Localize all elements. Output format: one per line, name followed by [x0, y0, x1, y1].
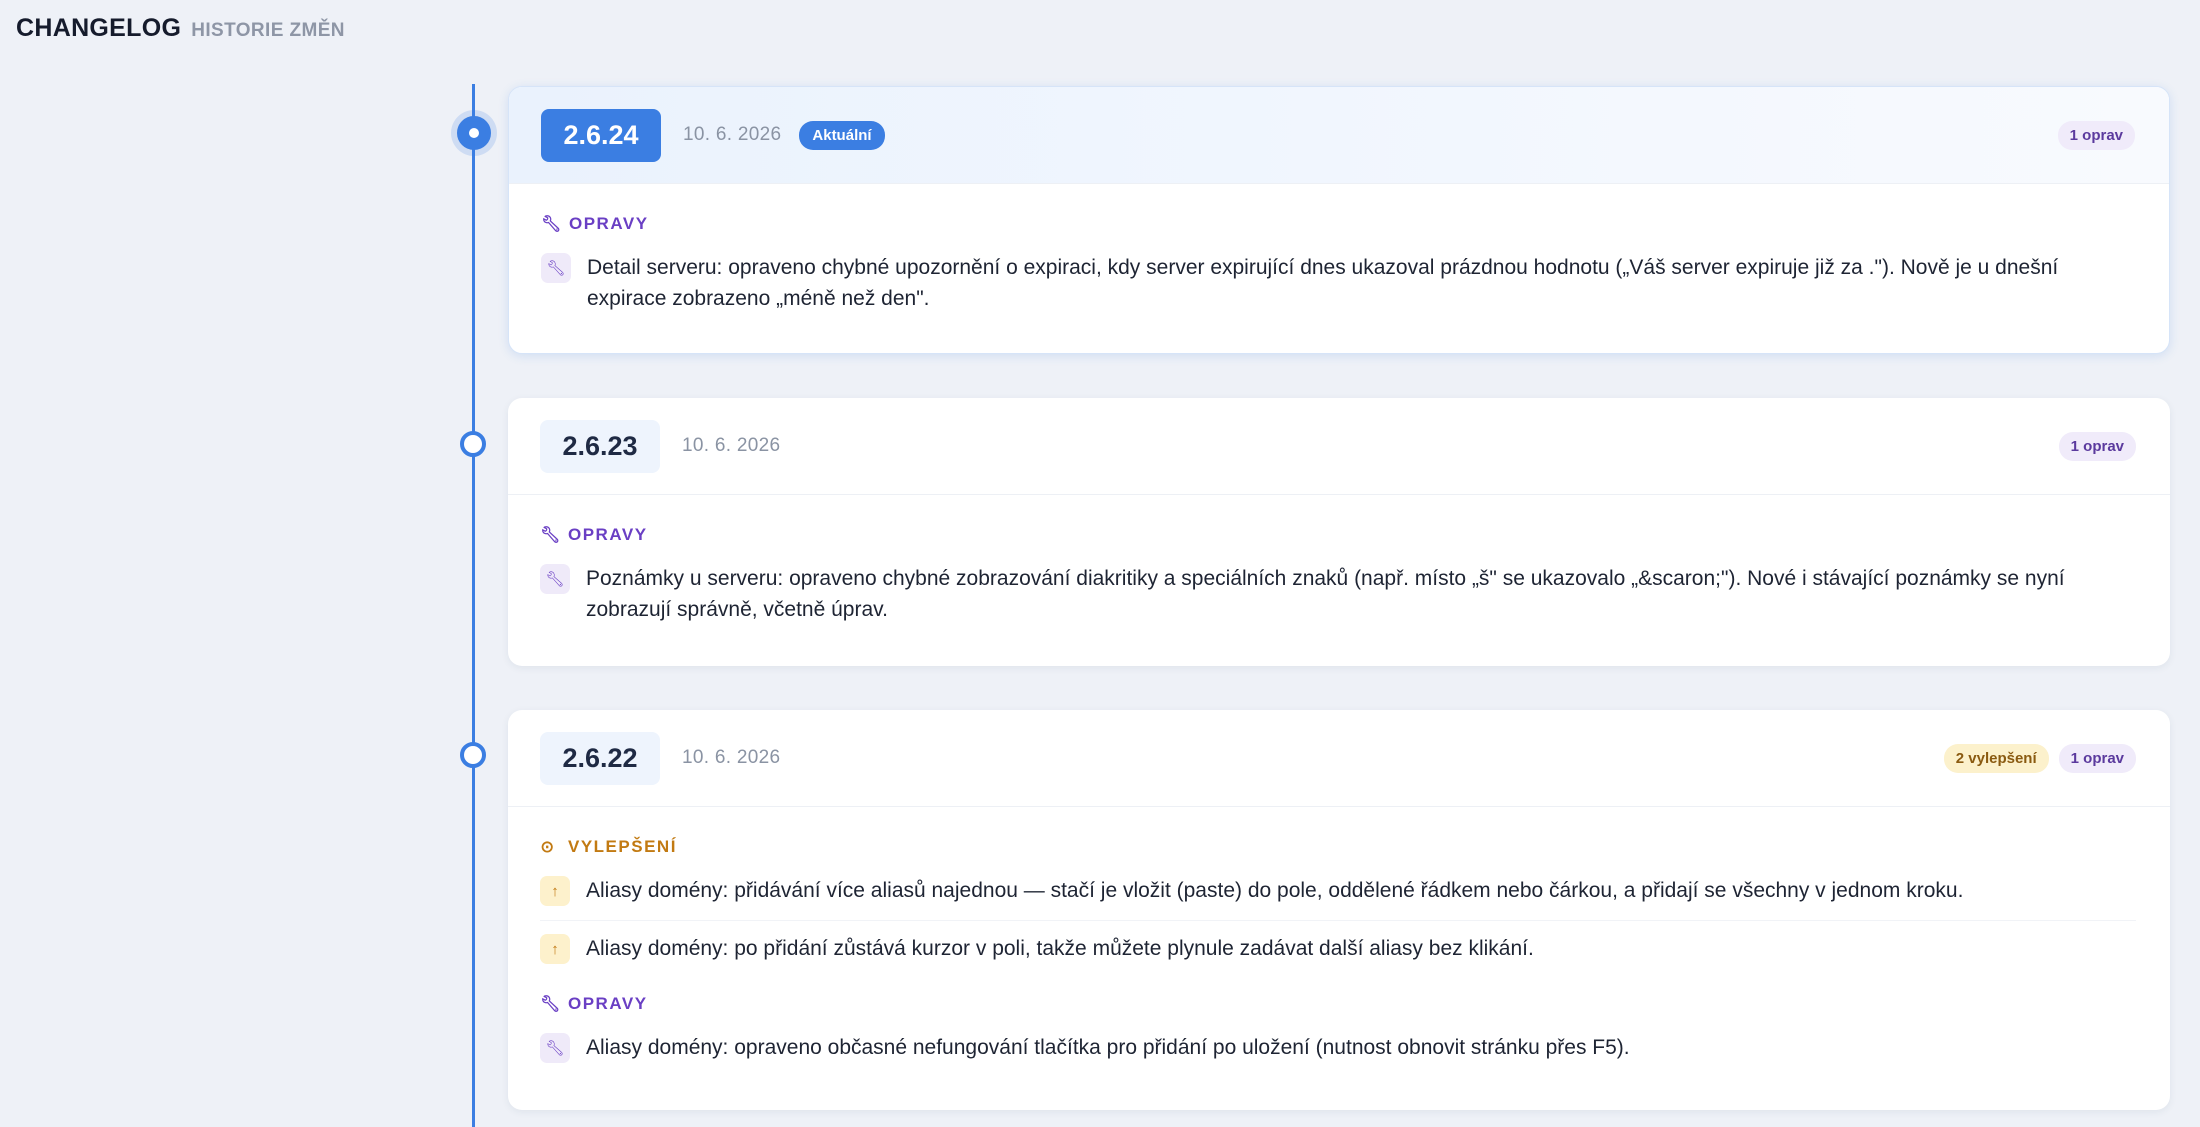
version-badge[interactable]: 2.6.22 [540, 731, 660, 785]
release-card-current: 2.6.24 10. 6. 2026 Aktuální 1 oprav 🔧︎ O… [508, 86, 2170, 354]
fix-count-badge: 1 oprav [2058, 743, 2136, 773]
list-item: ↑ Aliasy domény: přidávání více aliasů n… [540, 875, 2136, 921]
timeline-dot [460, 431, 486, 457]
fixes-section-label: OPRAVY [568, 525, 648, 544]
page-title: CHANGELOG [16, 14, 182, 42]
release-body: 🔧︎ OPRAVY 🔧︎ Detail serveru: opraveno ch… [509, 184, 2169, 350]
timeline-dot [460, 742, 486, 768]
list-item: 🔧︎ Detail serveru: opraveno chybné upozo… [541, 252, 2135, 314]
fixes-section-label: OPRAVY [568, 994, 648, 1013]
release-date: 10. 6. 2026 [682, 435, 781, 456]
page-header: CHANGELOG HISTORIE ZMĚN [16, 14, 345, 43]
improvements-section-title: ⊙ VYLEPŠENÍ [540, 837, 2136, 857]
list-item: ↑ Aliasy domény: po přidání zůstává kurz… [540, 933, 2136, 964]
list-item: 🔧︎ Poznámky u serveru: opraveno chybné z… [540, 563, 2136, 625]
wrench-icon: 🔧︎ [541, 253, 571, 283]
release-date: 10. 6. 2026 [683, 124, 782, 145]
item-text: Poznámky u serveru: opraveno chybné zobr… [586, 567, 2065, 621]
arrow-up-icon: ↑ [540, 876, 570, 906]
timeline-dot-current [457, 116, 491, 150]
version-badge[interactable]: 2.6.24 [541, 108, 661, 162]
version-badge[interactable]: 2.6.23 [540, 419, 660, 473]
release-header: 2.6.24 10. 6. 2026 Aktuální 1 oprav [509, 87, 2169, 184]
timeline-line [472, 84, 475, 1127]
improvements-section-label: VYLEPŠENÍ [568, 837, 677, 856]
wrench-icon: 🔧︎ [540, 996, 562, 1013]
page-subtitle: HISTORIE ZMĚN [191, 20, 345, 41]
wrench-icon: 🔧︎ [540, 1033, 570, 1063]
release-body: ⊙ VYLEPŠENÍ ↑ Aliasy domény: přidávání v… [508, 807, 2170, 1099]
item-text: Detail serveru: opraveno chybné upozorně… [587, 256, 2059, 310]
release-header: 2.6.22 10. 6. 2026 2 vylepšení 1 oprav [508, 710, 2170, 807]
arrow-up-icon: ↑ [540, 934, 570, 964]
fix-count-badge: 1 oprav [2057, 120, 2135, 150]
fixes-section-title: 🔧︎ OPRAVY [540, 525, 2136, 545]
circle-arrow-up-icon: ⊙ [540, 839, 556, 856]
list-item: 🔧︎ Aliasy domény: opraveno občasné nefun… [540, 1032, 2136, 1063]
improvement-count-badge: 2 vylepšení [1943, 743, 2049, 773]
release-card: 2.6.23 10. 6. 2026 1 oprav 🔧︎ OPRAVY 🔧︎ … [508, 398, 2170, 666]
current-badge: Aktuální [799, 120, 885, 150]
fixes-section-title: 🔧︎ OPRAVY [540, 994, 2136, 1014]
wrench-icon: 🔧︎ [540, 527, 562, 544]
wrench-icon: 🔧︎ [540, 564, 570, 594]
wrench-icon: 🔧︎ [541, 216, 563, 233]
release-date: 10. 6. 2026 [682, 747, 781, 768]
fix-count-badge: 1 oprav [2058, 431, 2136, 461]
release-header: 2.6.23 10. 6. 2026 1 oprav [508, 398, 2170, 495]
item-text: Aliasy domény: opraveno občasné nefungov… [586, 1036, 1630, 1059]
release-card: 2.6.22 10. 6. 2026 2 vylepšení 1 oprav ⊙… [508, 710, 2170, 1110]
item-text: Aliasy domény: po přidání zůstává kurzor… [586, 937, 1534, 960]
release-body: 🔧︎ OPRAVY 🔧︎ Poznámky u serveru: opraven… [508, 495, 2170, 661]
fixes-section-title: 🔧︎ OPRAVY [541, 214, 2135, 234]
item-text: Aliasy domény: přidávání více aliasů naj… [586, 879, 1964, 902]
fixes-section-label: OPRAVY [569, 214, 649, 233]
